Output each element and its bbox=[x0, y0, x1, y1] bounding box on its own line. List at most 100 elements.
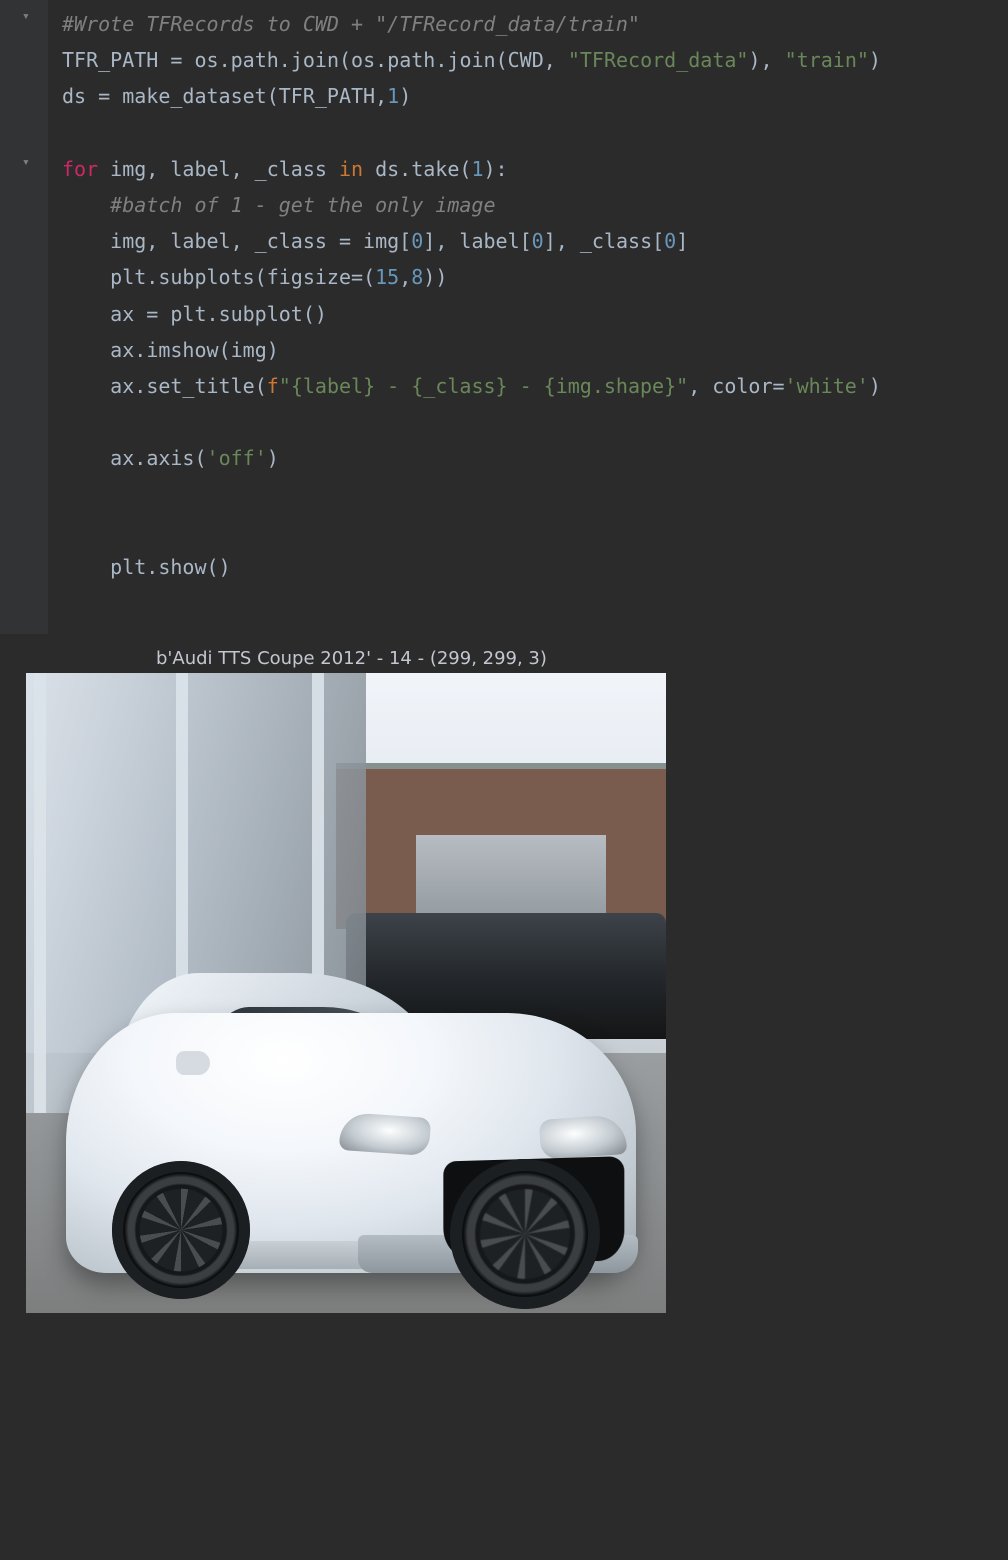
code-token: ds bbox=[62, 84, 98, 108]
code-token: : bbox=[496, 157, 508, 181]
code-token: [ bbox=[652, 229, 664, 253]
code-token: , bbox=[556, 229, 580, 253]
code-token: . bbox=[219, 48, 231, 72]
code-comment: #batch of 1 - get the only image bbox=[110, 193, 495, 217]
code-token: ( bbox=[219, 338, 231, 362]
code-token: . bbox=[435, 48, 447, 72]
code-token: [ bbox=[520, 229, 532, 253]
code-token: ds bbox=[375, 157, 399, 181]
notebook-cell: ▾ ▾ #Wrote TFRecords to CWD + "/TFRecord… bbox=[0, 0, 1008, 1560]
code-token: , bbox=[761, 48, 785, 72]
code-token: 0 bbox=[532, 229, 544, 253]
code-token: . bbox=[134, 374, 146, 398]
code-token: ( bbox=[207, 555, 219, 579]
code-token: "{label} - {_class} - {img.shape}" bbox=[279, 374, 688, 398]
code-token: ax bbox=[110, 302, 146, 326]
code-token: = bbox=[351, 265, 363, 289]
code-token: img bbox=[363, 229, 399, 253]
code-token: = bbox=[339, 229, 363, 253]
code-token: take bbox=[411, 157, 459, 181]
code-token: . bbox=[207, 302, 219, 326]
code-token: imshow bbox=[146, 338, 218, 362]
plot-title: b'Audi TTS Coupe 2012' - 14 - (299, 299,… bbox=[156, 648, 1008, 669]
code-token: ( bbox=[339, 48, 351, 72]
code-token: ( bbox=[459, 157, 471, 181]
code-token: . bbox=[134, 446, 146, 470]
code-token: . bbox=[146, 555, 158, 579]
code-token: label bbox=[459, 229, 519, 253]
code-token: . bbox=[146, 265, 158, 289]
code-token: ax bbox=[110, 338, 134, 362]
image-detail bbox=[176, 1051, 210, 1075]
code-token: subplot bbox=[219, 302, 303, 326]
code-token: img, label, _class bbox=[110, 157, 339, 181]
code-editor[interactable]: #Wrote TFRecords to CWD + "/TFRecord_dat… bbox=[48, 0, 1008, 634]
code-token: figsize bbox=[267, 265, 351, 289]
code-token: plt bbox=[170, 302, 206, 326]
code-token: make_dataset bbox=[122, 84, 267, 108]
editor-gutter[interactable]: ▾ ▾ bbox=[0, 0, 48, 634]
code-token: ax bbox=[110, 446, 134, 470]
code-token: . bbox=[134, 338, 146, 362]
code-token: = bbox=[170, 48, 194, 72]
code-token: 0 bbox=[411, 229, 423, 253]
code-token: "TFRecord_data" bbox=[568, 48, 749, 72]
code-token: , bbox=[544, 48, 568, 72]
code-token: CWD bbox=[508, 48, 544, 72]
code-token: ax bbox=[110, 374, 134, 398]
code-token: = bbox=[146, 302, 170, 326]
image-detail bbox=[450, 1159, 600, 1309]
code-token: plt bbox=[110, 555, 146, 579]
code-token: ( bbox=[496, 48, 508, 72]
code-token: 0 bbox=[664, 229, 676, 253]
code-token: = bbox=[773, 374, 785, 398]
code-token: os bbox=[194, 48, 218, 72]
code-token: ) bbox=[399, 84, 411, 108]
code-token: ( bbox=[363, 265, 375, 289]
code-token: set_title bbox=[146, 374, 254, 398]
code-token: ) bbox=[219, 555, 231, 579]
code-token: ] bbox=[423, 229, 435, 253]
code-token: subplots bbox=[158, 265, 254, 289]
code-token: axis bbox=[146, 446, 194, 470]
code-token: TFR_PATH bbox=[279, 84, 375, 108]
code-token: 'off' bbox=[207, 446, 267, 470]
code-token: join bbox=[447, 48, 495, 72]
code-token: ) bbox=[267, 446, 279, 470]
code-comment: #Wrote TFRecords to CWD + "/TFRecord_dat… bbox=[62, 12, 640, 36]
code-token: ) bbox=[869, 48, 881, 72]
code-token: 8 bbox=[411, 265, 423, 289]
fold-toggle-icon[interactable]: ▾ bbox=[22, 9, 30, 24]
code-cell: ▾ ▾ #Wrote TFRecords to CWD + "/TFRecord… bbox=[0, 0, 1008, 634]
code-token: 15 bbox=[375, 265, 399, 289]
code-token: for bbox=[62, 157, 110, 181]
image-detail bbox=[339, 1112, 431, 1156]
code-token: [ bbox=[399, 229, 411, 253]
code-token: os bbox=[351, 48, 375, 72]
code-token: ( bbox=[303, 302, 315, 326]
code-token: ] bbox=[676, 229, 688, 253]
code-token: ) bbox=[748, 48, 760, 72]
code-token: path bbox=[231, 48, 279, 72]
code-token: ) bbox=[869, 374, 881, 398]
code-token: . bbox=[375, 48, 387, 72]
cell-output: b'Audi TTS Coupe 2012' - 14 - (299, 299,… bbox=[0, 634, 1008, 1560]
code-token: img, label, _class bbox=[110, 229, 339, 253]
code-token: . bbox=[399, 157, 411, 181]
output-image: Approved bbox=[26, 673, 666, 1313]
code-token: color bbox=[712, 374, 772, 398]
code-token: join bbox=[291, 48, 339, 72]
code-token: = bbox=[98, 84, 122, 108]
code-token: . bbox=[279, 48, 291, 72]
code-token: _class bbox=[580, 229, 652, 253]
code-token: 'white' bbox=[785, 374, 869, 398]
image-detail bbox=[34, 673, 46, 1113]
code-token: "train" bbox=[785, 48, 869, 72]
code-token: ) bbox=[267, 338, 279, 362]
fold-toggle-icon[interactable]: ▾ bbox=[22, 155, 30, 170]
image-detail bbox=[112, 1161, 250, 1299]
code-token: ] bbox=[544, 229, 556, 253]
code-token: ( bbox=[267, 84, 279, 108]
code-token: TFR_PATH bbox=[62, 48, 170, 72]
code-token: path bbox=[387, 48, 435, 72]
